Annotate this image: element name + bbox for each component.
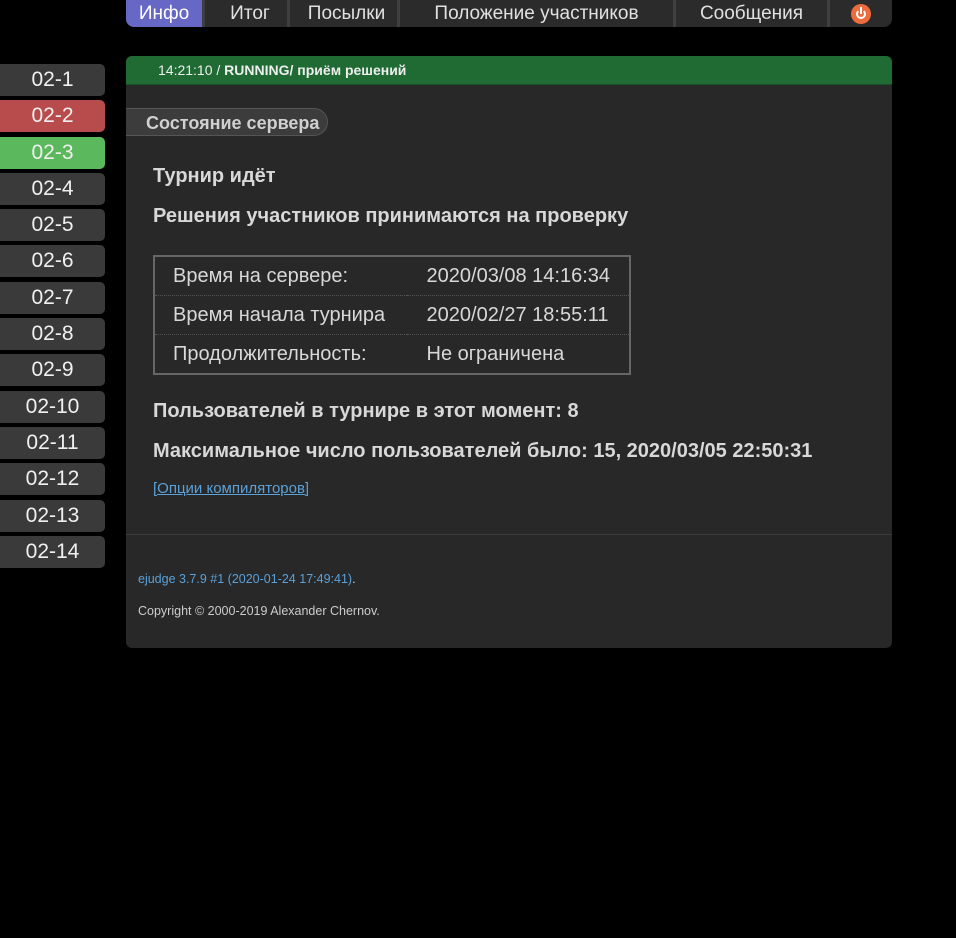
footer-divider — [126, 534, 892, 535]
row-value: Не ограничена — [406, 334, 630, 374]
top-navigation: Инфо Итог Посылки Положение участников С… — [126, 0, 892, 27]
problem-02-12[interactable]: 02-12 — [0, 463, 105, 496]
problem-02-6[interactable]: 02-6 — [0, 245, 105, 278]
version-info: ejudge 3.7.9 #1 (2020-01-24 17:49:41). — [138, 572, 356, 586]
row-value: 2020/02/27 18:55:11 — [406, 295, 630, 335]
tab-summary[interactable]: Итог — [205, 0, 290, 27]
version-suffix: . — [352, 572, 356, 586]
server-info-table: Время на сервере: 2020/03/08 14:16:34 Вр… — [153, 255, 631, 375]
tab-standings[interactable]: Положение участников — [400, 0, 676, 27]
problem-02-11[interactable]: 02-11 — [0, 426, 105, 459]
tab-info[interactable]: Инфо — [126, 0, 205, 27]
table-row: Продолжительность: Не ограничена — [154, 334, 630, 374]
tab-submissions[interactable]: Посылки — [290, 0, 400, 27]
power-icon — [851, 3, 871, 24]
section-title: Состояние сервера — [126, 108, 328, 136]
table-row: Время на сервере: 2020/03/08 14:16:34 — [154, 256, 630, 296]
status-bar: 14:21:10 / RUNNING/ приём решений — [126, 56, 892, 85]
users-now: Пользователей в турнире в этот момент: 8 — [153, 400, 579, 422]
problem-02-4[interactable]: 02-4 — [0, 172, 105, 205]
problem-02-2[interactable]: 02-2 — [0, 100, 105, 133]
row-label: Время начала турнира — [154, 295, 407, 335]
problem-02-5[interactable]: 02-5 — [0, 209, 105, 242]
logout-button[interactable] — [830, 0, 892, 27]
problem-list: 02-1 02-2 02-3 02-4 02-5 02-6 02-7 02-8 … — [0, 64, 105, 572]
problem-02-9[interactable]: 02-9 — [0, 354, 105, 387]
status-state: RUNNING — [224, 62, 290, 78]
users-max: Максимальное число пользователей было: 1… — [153, 440, 813, 462]
problem-02-8[interactable]: 02-8 — [0, 318, 105, 351]
problem-02-14[interactable]: 02-14 — [0, 535, 105, 568]
version-link[interactable]: ejudge 3.7.9 #1 (2020-01-24 17:49:41) — [138, 572, 352, 586]
problem-02-1[interactable]: 02-1 — [0, 64, 105, 96]
submissions-state: Решения участников принимаются на провер… — [153, 205, 629, 227]
main-panel: 14:21:10 / RUNNING/ приём решений Состоя… — [126, 56, 892, 648]
row-label: Продолжительность: — [154, 334, 407, 374]
tab-messages[interactable]: Сообщения — [676, 0, 830, 27]
status-phase: / приём решений — [289, 62, 407, 78]
copyright: Copyright © 2000-2019 Alexander Chernov. — [138, 604, 380, 618]
problem-02-7[interactable]: 02-7 — [0, 281, 105, 314]
table-row: Время начала турнира 2020/02/27 18:55:11 — [154, 295, 630, 335]
row-value: 2020/03/08 14:16:34 — [426, 264, 611, 287]
problem-02-10[interactable]: 02-10 — [0, 390, 105, 423]
row-label: Время на сервере: — [173, 264, 349, 287]
compiler-options-link[interactable]: [Опции компиляторов] — [153, 480, 309, 497]
contest-state: Турнир идёт — [153, 165, 276, 187]
problem-02-13[interactable]: 02-13 — [0, 499, 105, 532]
status-time: 14:21:10 / — [158, 62, 225, 78]
problem-02-3[interactable]: 02-3 — [0, 136, 105, 169]
